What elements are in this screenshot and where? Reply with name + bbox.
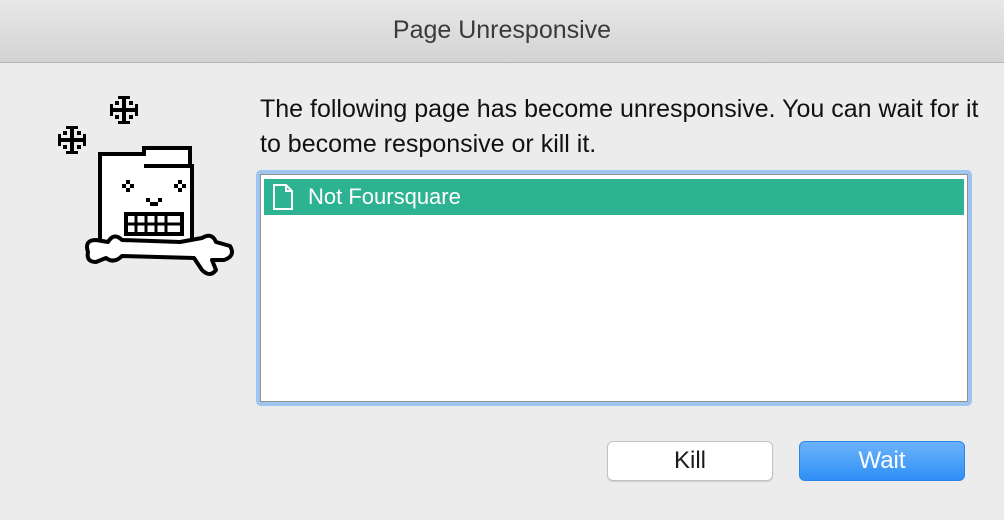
frozen-folder-mascot-icon	[58, 96, 234, 276]
unresponsive-message: The following page has become unresponsi…	[260, 95, 979, 158]
document-icon	[273, 184, 293, 210]
title-bar: Page Unresponsive	[0, 0, 1004, 63]
wait-button[interactable]: Wait	[799, 441, 965, 481]
kill-button[interactable]: Kill	[607, 441, 773, 481]
page-list[interactable]: Not Foursquare	[260, 174, 968, 402]
list-item-selected[interactable]: Not Foursquare	[264, 179, 964, 215]
dialog-title: Page Unresponsive	[392, 16, 612, 44]
page-list-focus-ring: Not Foursquare	[256, 170, 972, 406]
page-unresponsive-dialog: Page Unresponsive The following page has…	[0, 0, 1004, 520]
list-item-label: Not Foursquare	[308, 184, 461, 209]
